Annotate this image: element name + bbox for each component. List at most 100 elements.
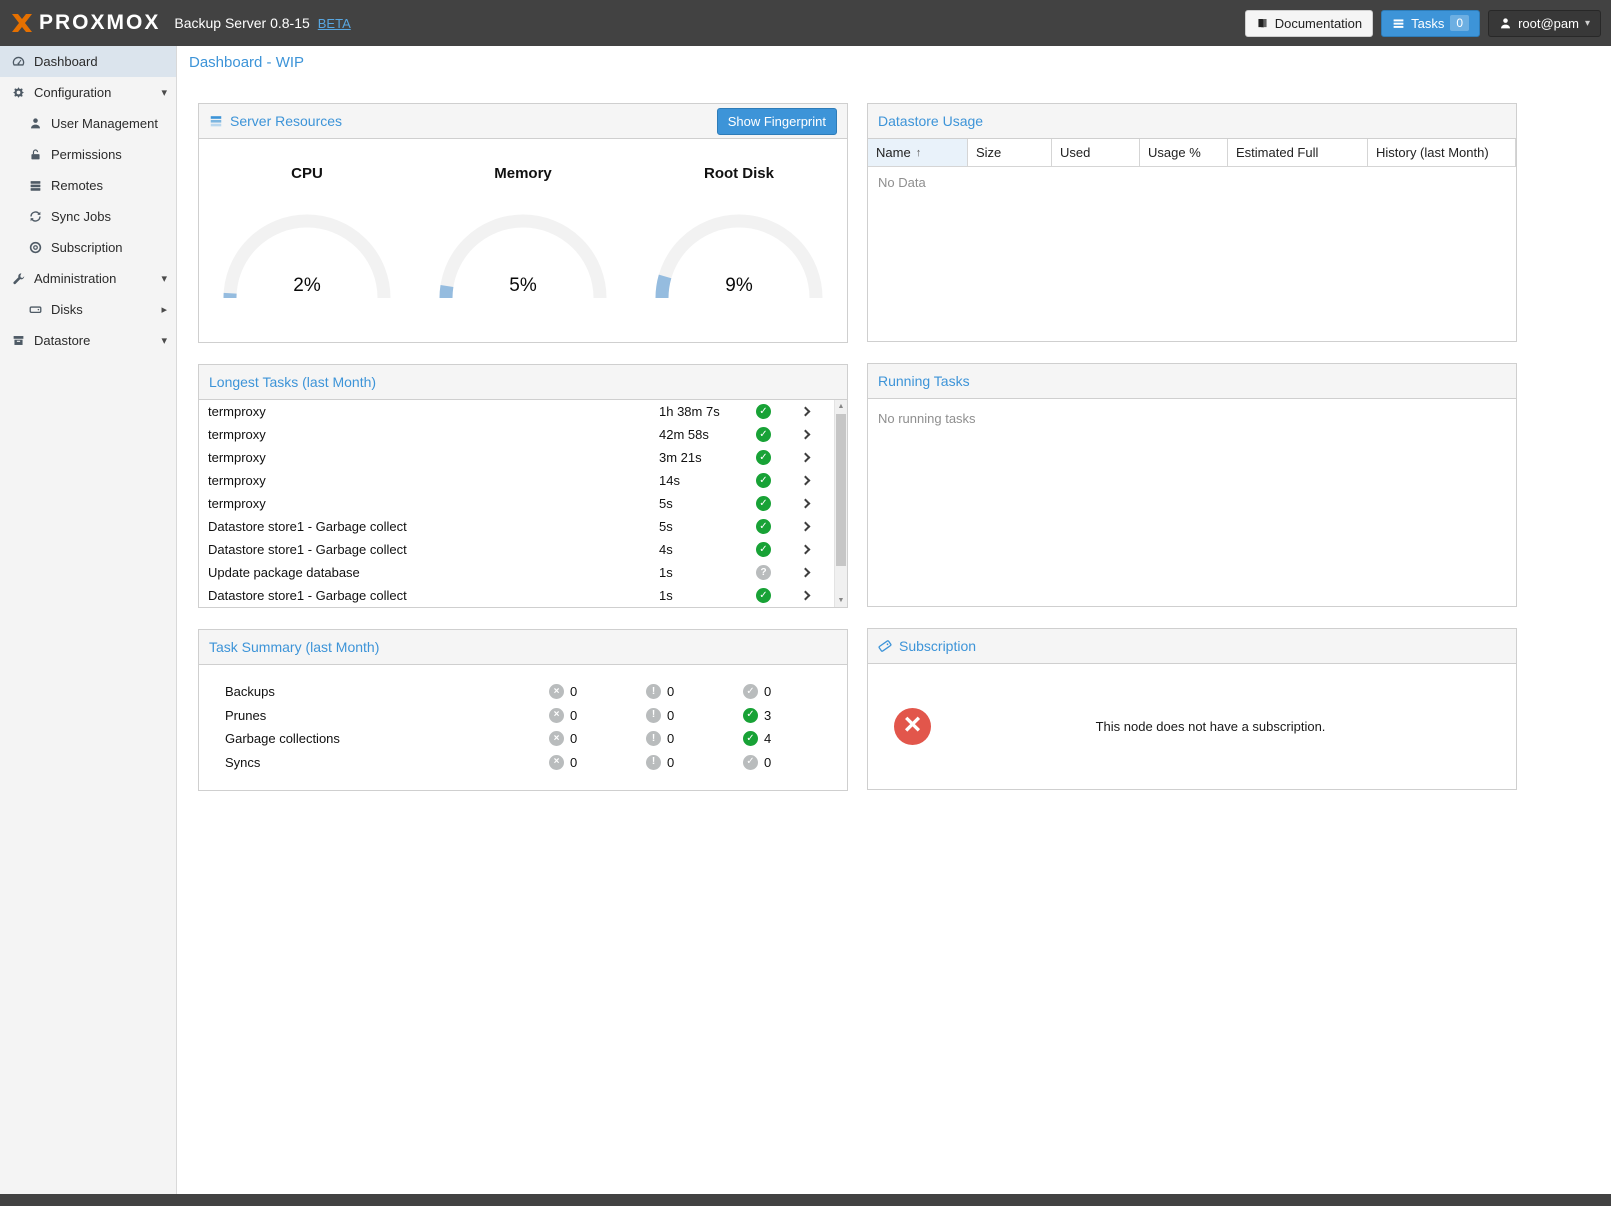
datastore-usage-title: Datastore Usage <box>878 113 983 129</box>
wrench-icon <box>10 272 26 285</box>
error-status-icon: × <box>549 708 564 723</box>
task-row[interactable]: termproxy14s✓ <box>199 469 833 492</box>
sidebar-item-subscription[interactable]: Subscription <box>0 232 176 263</box>
sidebar-item-sync-jobs[interactable]: Sync Jobs <box>0 201 176 232</box>
error-status-icon: × <box>549 731 564 746</box>
task-status: ✓ <box>756 542 790 557</box>
task-row[interactable]: Datastore store1 - Garbage collect4s✓ <box>199 538 833 561</box>
task-row[interactable]: Update package database1s? <box>199 561 833 584</box>
subscription-panel: Subscription This node does not have a s… <box>867 628 1517 790</box>
page-title: Dashboard - WIP <box>177 46 1611 78</box>
task-name: termproxy <box>208 450 659 465</box>
column-header-name[interactable]: Name↑ <box>868 139 968 166</box>
datastore-usage-empty: No Data <box>868 167 1516 341</box>
sidebar-item-datastore[interactable]: Datastore▾ <box>0 325 176 356</box>
datastore-usage-columns: Name↑Size Used Usage % Estimated Full Histor… <box>868 139 1516 167</box>
column-header-size[interactable]: Size <box>968 139 1052 166</box>
open-task-button[interactable] <box>790 500 820 507</box>
task-row[interactable]: termproxy42m 58s✓ <box>199 423 833 446</box>
product-version: Backup Server 0.8-15 <box>174 15 309 31</box>
expander-down-icon[interactable]: ▾ <box>161 86 167 99</box>
summary-row-prunes: Prunes×0!0✓3 <box>199 704 847 728</box>
user-icon <box>27 117 43 130</box>
task-status: ✓ <box>756 404 790 419</box>
sidebar-item-user-management[interactable]: User Management <box>0 108 176 139</box>
top-bar: PROXMOX Backup Server 0.8-15 BETA Docume… <box>0 0 1611 46</box>
open-task-button[interactable] <box>790 454 820 461</box>
ok-count: 0 <box>764 684 771 699</box>
column-label: Used <box>1060 145 1090 160</box>
server-resources-title: Server Resources <box>230 113 342 129</box>
scroll-up-icon[interactable]: ▲ <box>835 400 847 413</box>
task-row[interactable]: Datastore store1 - Garbage collect5s✓ <box>199 515 833 538</box>
expander-down-icon[interactable]: ▾ <box>161 334 167 347</box>
scroll-down-icon[interactable]: ▼ <box>835 594 847 607</box>
error-count: 0 <box>570 708 577 723</box>
expander-down-icon[interactable]: ▾ <box>161 272 167 285</box>
show-fingerprint-button[interactable]: Show Fingerprint <box>717 108 837 135</box>
cpu-gauge: CPU2% <box>217 165 397 342</box>
sidebar-item-permissions[interactable]: Permissions <box>0 139 176 170</box>
task-duration: 42m 58s <box>659 427 756 442</box>
open-task-button[interactable] <box>790 523 820 530</box>
ok-count: 4 <box>764 731 771 746</box>
task-status: ✓ <box>756 519 790 534</box>
root-disk-gauge: Root Disk9% <box>649 165 829 342</box>
ok-status-icon: ✓ <box>756 496 771 511</box>
task-name: Datastore store1 - Garbage collect <box>208 588 659 603</box>
sidebar-item-remotes[interactable]: Remotes <box>0 170 176 201</box>
column-header-history-last-month[interactable]: History (last Month) <box>1368 139 1516 166</box>
bottom-bar <box>0 1194 1611 1206</box>
sidebar-item-dashboard[interactable]: Dashboard <box>0 46 176 77</box>
sidebar-item-administration[interactable]: Administration▾ <box>0 263 176 294</box>
column-header-usage[interactable]: Usage % <box>1140 139 1228 166</box>
scrollbar-thumb[interactable] <box>836 414 846 566</box>
tasks-button[interactable]: Tasks 0 <box>1381 10 1480 37</box>
tachometer-icon <box>10 55 26 68</box>
chevron-right-icon <box>800 476 810 486</box>
documentation-label: Documentation <box>1275 16 1362 31</box>
task-status: ✓ <box>756 473 790 488</box>
expander-right-icon[interactable]: ▸ <box>161 303 167 316</box>
open-task-button[interactable] <box>790 592 820 599</box>
ok-status-icon: ✓ <box>756 450 771 465</box>
server-icon <box>27 179 43 192</box>
sidebar-item-disks[interactable]: Disks ▸ <box>0 294 176 325</box>
support-icon <box>27 241 43 254</box>
ok-status-icon: ✓ <box>756 427 771 442</box>
task-duration: 5s <box>659 496 756 511</box>
proxmox-logo[interactable]: PROXMOX <box>10 11 160 35</box>
task-row[interactable]: termproxy5s✓ <box>199 492 833 515</box>
task-row[interactable]: termproxy1h 38m 7s✓ <box>199 400 833 423</box>
task-name: Datastore store1 - Garbage collect <box>208 542 659 557</box>
column-label: Estimated Full <box>1236 145 1318 160</box>
task-row[interactable]: Datastore store1 - Garbage collect1s✓ <box>199 584 833 607</box>
scrollbar[interactable]: ▲ ▼ <box>834 400 847 607</box>
sidebar-item-label: Permissions <box>51 147 122 162</box>
open-task-button[interactable] <box>790 408 820 415</box>
warning-count: 0 <box>667 755 674 770</box>
warning-stat: !0 <box>646 708 743 723</box>
documentation-button[interactable]: Documentation <box>1245 10 1373 37</box>
error-count: 0 <box>570 684 577 699</box>
beta-link[interactable]: BETA <box>318 16 351 31</box>
open-task-button[interactable] <box>790 477 820 484</box>
column-header-used[interactable]: Used <box>1052 139 1140 166</box>
open-task-button[interactable] <box>790 569 820 576</box>
sidebar-item-configuration[interactable]: Configuration▾ <box>0 77 176 108</box>
sidebar-item-label: Remotes <box>51 178 103 193</box>
ticket-icon <box>878 639 892 653</box>
open-task-button[interactable] <box>790 431 820 438</box>
datastore-usage-panel: Datastore Usage Name↑Size Used Usage % Esti… <box>867 103 1517 342</box>
column-header-estimated-full[interactable]: Estimated Full <box>1228 139 1368 166</box>
user-menu-button[interactable]: root@pam ▾ <box>1488 10 1601 37</box>
error-status-icon: × <box>549 684 564 699</box>
sidebar-item-label: Dashboard <box>34 54 98 69</box>
sidebar-item-label: User Management <box>51 116 158 131</box>
task-row[interactable]: termproxy3m 21s✓ <box>199 446 833 469</box>
task-name: termproxy <box>208 404 659 419</box>
sidebar-item-label: Disks <box>51 302 83 317</box>
running-tasks-title: Running Tasks <box>878 373 970 389</box>
open-task-button[interactable] <box>790 546 820 553</box>
summary-row-garbage-collections: Garbage collections×0!0✓4 <box>199 727 847 751</box>
